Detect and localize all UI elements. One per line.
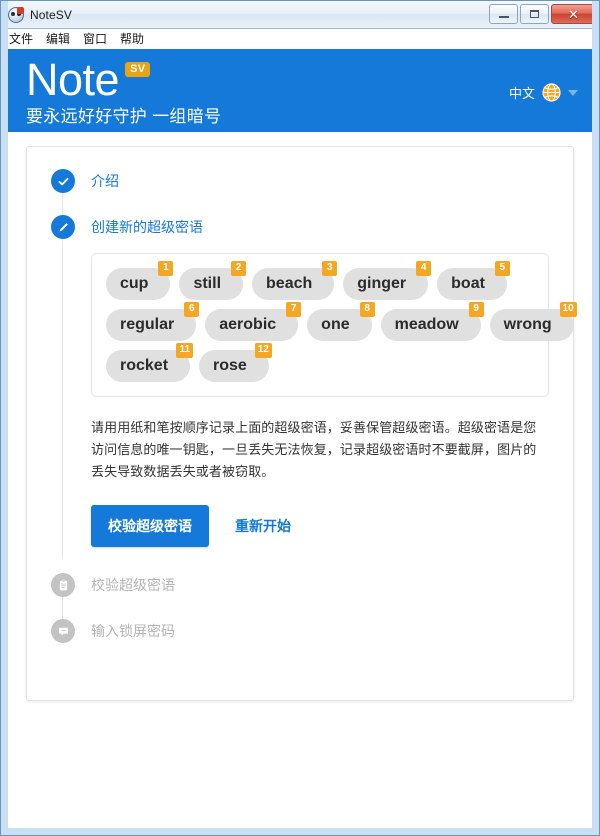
phrase-chip[interactable]: one 8 (307, 302, 375, 341)
phrase-index: 9 (468, 302, 484, 317)
step-lock-password[interactable]: 输入锁屏密码 (51, 619, 549, 643)
phrase-index: 10 (559, 302, 577, 317)
phrase-word: wrong (503, 316, 552, 333)
phrase-word: rose (213, 357, 247, 374)
step-label-lock-password: 输入锁屏密码 (91, 623, 175, 639)
step-bullet-done (51, 169, 75, 193)
phrase-chip[interactable]: ginger 4 (343, 261, 432, 300)
step-label-verify-phrase: 校验超级密语 (91, 577, 175, 593)
step-label-create-phrase: 创建新的超级密语 (91, 219, 203, 235)
keypad-icon (58, 627, 68, 636)
maximize-icon (530, 10, 539, 18)
phrase-index: 11 (176, 343, 194, 358)
menu-bar: 文件 编辑 窗口 帮助 (1, 29, 599, 49)
menu-item-window[interactable]: 窗口 (83, 30, 107, 47)
restart-link[interactable]: 重新开始 (235, 516, 291, 536)
phrase-index: 6 (184, 302, 200, 317)
phrase-chip[interactable]: cup 1 (106, 261, 174, 300)
phrase-word: cup (120, 275, 149, 292)
step-bullet-pending (51, 619, 75, 643)
phrase-index: 3 (322, 261, 338, 276)
phrase-chip[interactable]: boat 5 (437, 261, 510, 300)
step-label-intro: 介绍 (91, 173, 119, 189)
step-connector (62, 595, 63, 619)
app-body: Note SV 要永远好好守护 一组暗号 中文 介绍 创建新的超级密语 cup … (1, 49, 599, 835)
phrase-word: ginger (357, 275, 407, 292)
brand-row: Note SV (26, 57, 574, 103)
step-create-phrase[interactable]: 创建新的超级密语 (51, 215, 549, 239)
phrase-word: one (321, 316, 350, 333)
phrase-row: rocket 11 rose 12 (106, 343, 535, 382)
phrase-chip[interactable]: wrong 10 (489, 302, 577, 341)
step-connector (62, 193, 63, 215)
phrase-word: regular (120, 316, 175, 333)
step-bullet-pending (51, 573, 75, 597)
menu-item-help[interactable]: 帮助 (120, 30, 144, 47)
phrase-word: boat (451, 275, 485, 292)
title-bar: NoteSV ✕ (1, 1, 599, 29)
phrase-chip[interactable]: rocket 11 (106, 343, 194, 382)
phrase-word: still (193, 275, 222, 292)
close-icon: ✕ (568, 6, 579, 22)
wizard-card: 介绍 创建新的超级密语 cup 1 still 2 beach 3 ginger… (26, 146, 577, 701)
globe-icon (542, 83, 561, 102)
phrase-chip[interactable]: regular 6 (106, 302, 200, 341)
phrase-row: regular 6 aerobic 7 one 8 meadow 9 wrong… (106, 302, 577, 341)
chevron-down-icon (568, 89, 578, 96)
phrase-chip[interactable]: meadow 9 (380, 302, 484, 341)
phrase-chip[interactable]: still 2 (179, 261, 247, 300)
brand-tagline: 要永远好好守护 一组暗号 (26, 107, 222, 126)
stepper: 介绍 创建新的超级密语 cup 1 still 2 beach 3 ginger… (51, 169, 577, 643)
phrase-index: 12 (254, 343, 272, 358)
phrase-word: meadow (394, 316, 459, 333)
step-intro[interactable]: 介绍 (51, 169, 549, 193)
phrase-panel: cup 1 still 2 beach 3 ginger 4 boat 5 re… (91, 239, 577, 573)
minimize-button[interactable] (489, 4, 518, 24)
language-label: 中文 (508, 86, 535, 101)
clipboard-icon (59, 579, 67, 590)
brand-badge: SV (125, 62, 151, 77)
recovery-phrase-box: cup 1 still 2 beach 3 ginger 4 boat 5 re… (91, 253, 577, 397)
app-face-icon (8, 6, 24, 23)
phrase-index: 2 (231, 261, 247, 276)
phrase-index: 8 (359, 302, 375, 317)
action-row: 校验超级密语 重新开始 (91, 505, 549, 547)
window-title: NoteSV (30, 7, 72, 22)
phrase-chip[interactable]: rose 12 (199, 343, 272, 382)
check-icon (58, 177, 68, 185)
close-button[interactable]: ✕ (551, 4, 596, 24)
phrase-index: 4 (416, 261, 432, 276)
window-controls: ✕ (489, 4, 596, 24)
phrase-word: aerobic (219, 316, 277, 333)
phrase-chip[interactable]: aerobic 7 (205, 302, 302, 341)
notice-text: 请用用纸和笔按顺序记录上面的超级密语，妥善保管超级密语。超级密语是您访问信息的唯… (91, 420, 537, 479)
phrase-row: cup 1 still 2 beach 3 ginger 4 boat 5 (106, 261, 535, 300)
brand-name: Note (26, 54, 120, 105)
phrase-chip[interactable]: beach 3 (252, 261, 338, 300)
phrase-index: 5 (494, 261, 510, 276)
minimize-icon (498, 15, 509, 18)
menu-item-edit[interactable]: 编辑 (46, 30, 70, 47)
step-spacer (51, 595, 549, 619)
app-banner: Note SV 要永远好好守护 一组暗号 中文 (8, 49, 592, 132)
menu-item-file[interactable]: 文件 (9, 30, 33, 47)
phrase-index: 1 (158, 261, 174, 276)
step-spacer (51, 193, 549, 215)
verify-phrase-button[interactable]: 校验超级密语 (91, 505, 209, 547)
pencil-icon (59, 222, 68, 231)
maximize-button[interactable] (520, 4, 549, 24)
language-selector[interactable]: 中文 (509, 83, 578, 102)
content-area: 介绍 创建新的超级密语 cup 1 still 2 beach 3 ginger… (8, 132, 592, 828)
step-connector (62, 239, 63, 559)
phrase-index: 7 (286, 302, 302, 317)
application-window: NoteSV ✕ 文件 编辑 窗口 帮助 Note SV 要永远好好守护 一组暗… (0, 0, 600, 836)
phrase-word: rocket (120, 357, 169, 374)
phrase-word: beach (266, 275, 313, 292)
step-bullet-active (51, 215, 75, 239)
step-verify-phrase[interactable]: 校验超级密语 (51, 573, 549, 597)
